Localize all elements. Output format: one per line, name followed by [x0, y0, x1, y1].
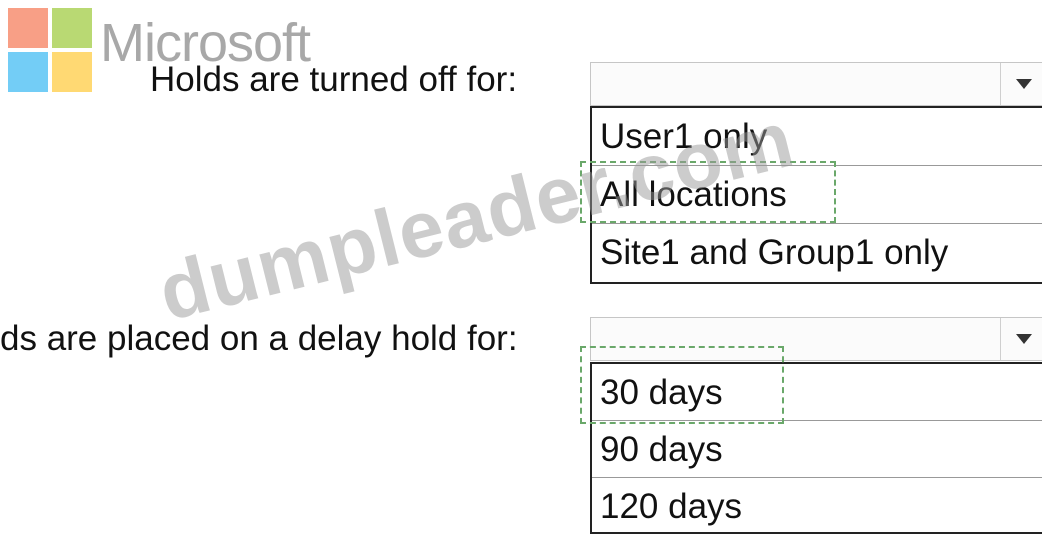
dropdown-arrow-icon[interactable]	[1000, 63, 1039, 105]
question-1-option[interactable]: Site1 and Group1 only	[592, 224, 1042, 282]
logo-square-green	[52, 8, 92, 48]
question-1-option[interactable]: All locations	[592, 166, 1042, 224]
question-2-option[interactable]: 120 days	[592, 478, 1042, 535]
logo-square-yellow	[52, 52, 92, 92]
logo-square-blue	[8, 52, 48, 92]
question-1-dropdown[interactable]	[590, 62, 1042, 106]
question-1-label: Holds are turned off for:	[150, 60, 518, 99]
dropdown-arrow-icon[interactable]	[1000, 318, 1039, 360]
question-2-option[interactable]: 30 days	[592, 364, 1042, 421]
question-2-option[interactable]: 90 days	[592, 421, 1042, 478]
question-2-options: 30 days 90 days 120 days	[590, 362, 1042, 534]
question-2-dropdown[interactable]	[590, 317, 1042, 361]
question-1-options: User1 only All locations Site1 and Group…	[590, 106, 1042, 284]
logo-square-red	[8, 8, 48, 48]
question-1-option[interactable]: User1 only	[592, 108, 1042, 166]
question-2-label: ds are placed on a delay hold for:	[0, 319, 518, 358]
microsoft-logo-icon	[8, 8, 92, 92]
